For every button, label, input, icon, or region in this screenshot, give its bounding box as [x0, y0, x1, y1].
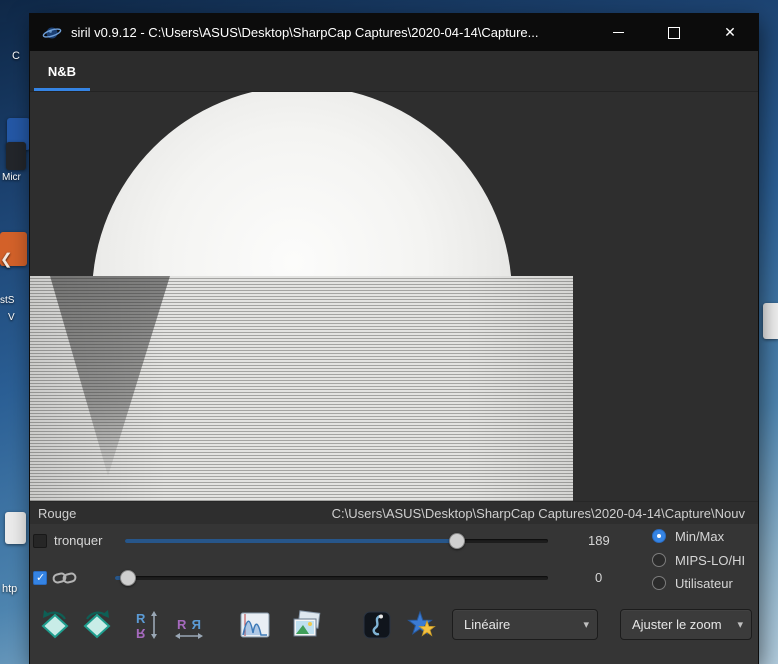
radio-icon — [652, 576, 666, 590]
rotate-right-button[interactable] — [78, 606, 116, 644]
minimize-icon — [612, 32, 624, 33]
zoom-select[interactable]: Ajuster le zoom ▾ — [620, 609, 752, 640]
image-stack-button[interactable] — [288, 606, 326, 644]
puzzle-icon[interactable] — [763, 303, 778, 339]
truncate-label: tronquer — [54, 533, 103, 548]
mode-minmax-label: Min/Max — [675, 528, 725, 544]
chevron-down-icon: ▾ — [583, 619, 589, 631]
tab-bar: N&B — [30, 51, 758, 92]
rotate-left-icon — [41, 610, 69, 639]
desktop-icon-label[interactable]: C — [12, 50, 20, 62]
image-canvas[interactable] — [30, 92, 758, 501]
corrupted-rows-region — [30, 276, 573, 501]
zoom-value: Ajuster le zoom — [632, 617, 722, 632]
rotate-right-icon — [83, 610, 111, 639]
minimize-button[interactable] — [590, 14, 646, 51]
titlebar[interactable]: siril v0.9.12 - C:\Users\ASUS\Desktop\Sh… — [30, 14, 758, 51]
screen: C Micr ❮ stS V htp siril v0.9.12 - C:\Us… — [0, 0, 778, 664]
active-tab-indicator — [34, 88, 90, 91]
mode-user-label: Utilisateur — [675, 575, 733, 591]
high-slider-fill — [125, 539, 457, 543]
high-value: 189 — [588, 533, 610, 548]
image-stack-icon — [293, 610, 321, 637]
siril-logo-icon — [42, 25, 62, 41]
mode-mips-label: MIPS-LO/HI — [675, 552, 746, 568]
histogram-icon — [240, 612, 270, 638]
radio-selected-icon — [652, 529, 666, 543]
display-mode-value: Linéaire — [464, 617, 511, 632]
tab-label: N&B — [47, 63, 77, 79]
svg-text:R: R — [136, 626, 146, 641]
processing-icon — [363, 611, 391, 639]
low-slider-track[interactable] — [115, 576, 548, 580]
chevron-down-icon: ▾ — [737, 619, 743, 631]
mode-minmax[interactable]: Min/Max — [652, 528, 725, 544]
bottom-toolbar: R R R R Linéaire ▾ Ajuster le zoom ▾ — [30, 604, 758, 664]
desktop-icon-label[interactable]: htp — [2, 583, 17, 595]
desktop-icon[interactable] — [6, 142, 26, 170]
histogram-button[interactable] — [236, 606, 274, 644]
channel-label: Rouge — [38, 505, 77, 521]
mode-mips[interactable]: MIPS-LO/HI — [652, 552, 746, 568]
file-path: C:\Users\ASUS\Desktop\SharpCap Captures\… — [331, 505, 745, 521]
flip-horizontal-icon: R R — [175, 617, 203, 639]
processing-button[interactable] — [358, 606, 396, 644]
high-slider-thumb[interactable] — [449, 533, 465, 549]
close-button[interactable]: ✕ — [702, 14, 758, 51]
psf-star-button[interactable] — [403, 606, 441, 644]
radio-icon — [652, 553, 666, 567]
psf-star-icon — [407, 610, 436, 637]
link-icon — [52, 568, 78, 591]
truncate-checkbox[interactable] — [33, 534, 47, 548]
maximize-icon — [668, 26, 680, 39]
high-slider-track[interactable] — [125, 539, 548, 543]
svg-text:R: R — [191, 617, 201, 632]
link-sliders-checkbox[interactable] — [33, 571, 47, 585]
maximize-button[interactable] — [646, 14, 702, 51]
svg-text:R: R — [177, 617, 187, 632]
stretch-controls: tronquer 189 0 — [30, 524, 758, 604]
tab-nb[interactable]: N&B — [34, 51, 90, 91]
display-mode-select[interactable]: Linéaire ▾ — [452, 609, 598, 640]
window-title: siril v0.9.12 - C:\Users\ASUS\Desktop\Sh… — [71, 25, 539, 40]
flip-horizontal-button[interactable]: R R — [170, 606, 208, 644]
artifact-wedge — [50, 276, 170, 476]
flip-vertical-button[interactable]: R R — [127, 606, 165, 644]
desktop-icon-label[interactable]: stS — [0, 295, 14, 306]
desktop-icon-label[interactable]: V — [8, 312, 15, 323]
low-slider-thumb[interactable] — [120, 570, 136, 586]
rotate-left-button[interactable] — [36, 606, 74, 644]
desktop-icon-label[interactable]: Micr — [2, 172, 21, 183]
desktop-icon[interactable] — [5, 512, 26, 544]
siril-window: siril v0.9.12 - C:\Users\ASUS\Desktop\Sh… — [30, 14, 758, 664]
mode-user[interactable]: Utilisateur — [652, 575, 733, 591]
chevron-icon: ❮ — [0, 251, 13, 268]
svg-text:R: R — [136, 611, 146, 626]
status-bar: Rouge C:\Users\ASUS\Desktop\SharpCap Cap… — [30, 501, 758, 524]
flip-vertical-icon: R R — [136, 611, 157, 641]
low-value: 0 — [595, 570, 603, 585]
